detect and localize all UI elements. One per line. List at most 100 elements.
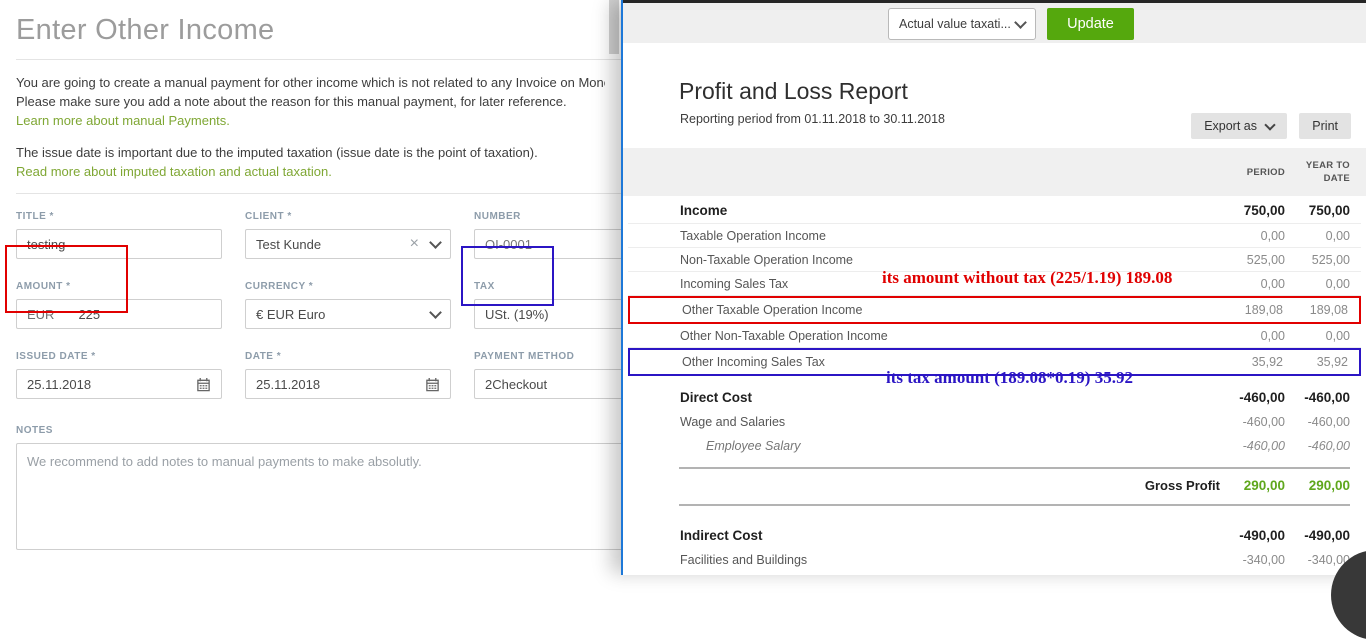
enter-other-income-panel: Enter Other Income You are going to crea… (0, 0, 621, 575)
table-row: Indirect Cost -490,00 -490,00 (628, 522, 1361, 548)
currency-select[interactable]: € EUR Euro (245, 299, 451, 329)
intro-line-3: The issue date is important due to the i… (16, 145, 538, 160)
title-label: TITLE * (16, 211, 54, 222)
client-select[interactable]: Test Kunde × (245, 229, 451, 259)
ytd-value: 35,92 (1316, 355, 1348, 369)
amount-label: AMOUNT * (16, 281, 71, 292)
title-divider (16, 59, 621, 60)
form-divider (16, 193, 621, 194)
notes-field: NOTES (16, 425, 621, 555)
ytd-value: -460,00 (1307, 415, 1350, 429)
print-button[interactable]: Print (1299, 113, 1351, 139)
calendar-icon (426, 377, 439, 391)
number-label: NUMBER (474, 211, 521, 222)
taxation-mode-value: Actual value taxati... (899, 17, 1011, 31)
period-value: 525,00 (1246, 252, 1285, 267)
ytd-value: 0,00 (1325, 228, 1350, 243)
clear-icon[interactable]: × (410, 235, 419, 253)
tax-label: TAX (474, 281, 495, 292)
red-annotation-text: its amount without tax (225/1.19) 189.08 (882, 268, 1173, 287)
imputed-taxation-link[interactable]: Read more about imputed taxation and act… (16, 164, 332, 179)
issued-date-field: ISSUED DATE * 25.11.2018 (16, 351, 222, 399)
intro-paragraph-2: The issue date is important due to the i… (16, 143, 605, 181)
row-label: Other Incoming Sales Tax (682, 355, 825, 369)
period-value: 189,08 (1244, 303, 1283, 317)
gross-profit-divider (679, 467, 1350, 469)
period-value: 750,00 (1243, 203, 1285, 218)
ytd-value: 750,00 (1308, 203, 1350, 218)
amount-input[interactable] (78, 306, 211, 322)
report-title: Profit and Loss Report (679, 78, 908, 104)
period-value: 290,00 (1243, 477, 1285, 493)
tax-select[interactable]: USt. (19%) (474, 299, 621, 329)
column-header-year-to-date: YEAR TO DATE (1305, 160, 1350, 184)
taxation-mode-select[interactable]: Actual value taxati... (888, 8, 1036, 40)
report-table-header: PERIOD YEAR TO DATE (623, 148, 1366, 196)
red-annotation-box: Other Taxable Operation Income 189,08 18… (628, 296, 1361, 324)
table-row: Income 750,00 750,00 (628, 198, 1361, 224)
intro-line-2: Please make sure you add a note about th… (16, 94, 567, 109)
ytd-value: 525,00 (1311, 252, 1350, 267)
ytd-value: 290,00 (1308, 477, 1350, 493)
client-field: CLIENT * Test Kunde × (245, 211, 451, 259)
period-value: 0,00 (1260, 276, 1285, 291)
row-label: Other Non-Taxable Operation Income (680, 328, 888, 343)
row-label: Indirect Cost (680, 527, 763, 543)
row-label: Income (680, 203, 728, 218)
title-field: TITLE * (16, 211, 222, 259)
ytd-value: -340,00 (1307, 553, 1350, 567)
notes-label: NOTES (16, 425, 53, 436)
row-label: Other Taxable Operation Income (682, 303, 863, 317)
ytd-value: 0,00 (1325, 276, 1350, 291)
date-field: DATE * 25.11.2018 (245, 351, 451, 399)
currency-label: CURRENCY * (245, 281, 314, 292)
payment-method-value: 2Checkout (485, 376, 548, 392)
print-label: Print (1312, 119, 1338, 133)
calendar-icon (197, 377, 210, 391)
payment-method-label: PAYMENT METHOD (474, 351, 575, 362)
period-value: -490,00 (1239, 527, 1285, 543)
chevron-down-icon (1014, 15, 1027, 29)
row-label: Facilities and Buildings (680, 553, 808, 567)
issued-date-label: ISSUED DATE * (16, 351, 96, 362)
number-input (485, 236, 621, 252)
page-title: Enter Other Income (16, 14, 275, 46)
export-as-button[interactable]: Export as (1191, 113, 1287, 139)
client-label: CLIENT * (245, 211, 292, 222)
date-picker[interactable]: 25.11.2018 (245, 369, 451, 399)
chevron-down-icon (429, 305, 442, 319)
currency-field: CURRENCY * € EUR Euro (245, 281, 451, 329)
table-row: Employee Salary -460,00 -460,00 (628, 434, 1361, 458)
profit-loss-report-panel: Actual value taxati... Update Profit and… (621, 0, 1366, 640)
number-field: NUMBER (474, 211, 621, 259)
scrollbar-thumb[interactable] (609, 0, 619, 54)
table-row: Other Non-Taxable Operation Income 0,00 … (628, 324, 1361, 348)
period-value: -460,00 (1239, 389, 1285, 405)
currency-value: € EUR Euro (256, 306, 326, 322)
title-input[interactable] (27, 236, 211, 252)
gross-profit-row: Gross Profit 290,00 290,00 (628, 473, 1361, 497)
row-label: Taxable Operation Income (680, 228, 826, 243)
tax-value: USt. (19%) (485, 306, 549, 322)
update-button[interactable]: Update (1047, 8, 1134, 40)
other-income-form: TITLE * CLIENT * Test Kunde × NUMBER AMO… (16, 211, 621, 399)
chevron-down-icon (1264, 118, 1276, 131)
table-row: Taxable Operation Income 0,00 0,00 (628, 224, 1361, 248)
manual-payments-link[interactable]: Learn more about manual Payments. (16, 113, 230, 128)
row-label: Direct Cost (680, 389, 753, 405)
table-row: Other Taxable Operation Income 189,08 18… (630, 298, 1359, 322)
intro-paragraph-1: You are going to create a manual payment… (16, 73, 605, 130)
payment-method-select[interactable]: 2Checkout (474, 369, 621, 399)
ytd-value: 0,00 (1325, 328, 1350, 343)
issued-date-picker[interactable]: 25.11.2018 (16, 369, 222, 399)
ytd-value: -460,00 (1307, 439, 1350, 453)
ytd-value: 189,08 (1309, 303, 1348, 317)
table-row: Facilities and Buildings -340,00 -340,00 (628, 548, 1361, 572)
blue-annotation-text: its tax amount (189.08*0.19) 35.92 (886, 368, 1133, 387)
period-value: 35,92 (1251, 355, 1283, 369)
table-row: Wage and Salaries -460,00 -460,00 (628, 410, 1361, 434)
period-value: -460,00 (1242, 415, 1285, 429)
period-value: -460,00 (1242, 439, 1285, 453)
ytd-value: -490,00 (1304, 527, 1350, 543)
notes-textarea[interactable] (16, 443, 621, 550)
